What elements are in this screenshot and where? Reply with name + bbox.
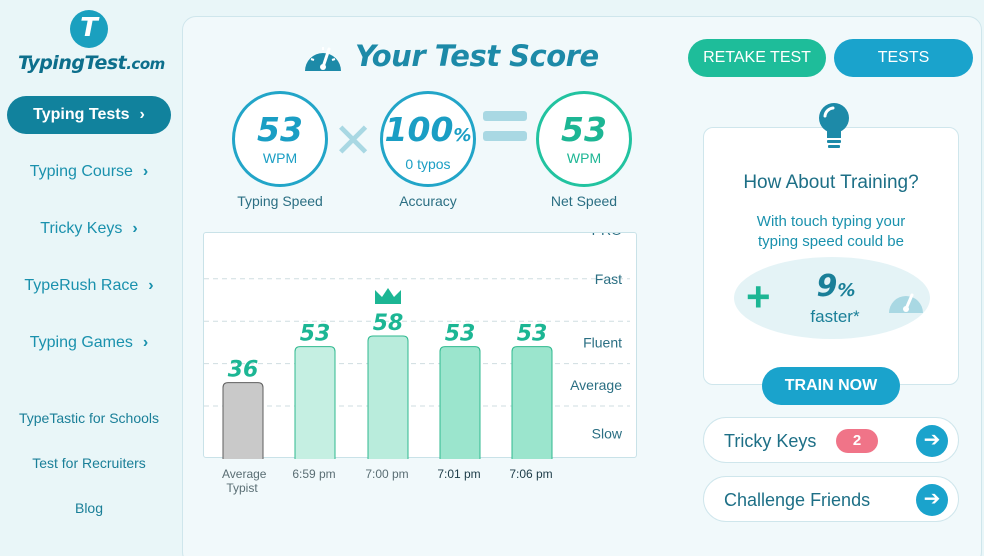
data-label: 53 <box>517 322 548 347</box>
logo-name: TypingTest <box>18 52 127 74</box>
equals-sign <box>483 111 527 141</box>
net-speed-value: 53 <box>561 110 607 149</box>
chevron-right-icon: › <box>142 163 149 180</box>
accuracy-circle: 100% 0 typos <box>380 91 476 187</box>
arrow-right-icon: ➔ <box>916 484 948 516</box>
nav-item-tricky-keys[interactable]: Tricky Keys › <box>7 210 171 248</box>
training-panel: How About Training? With touch typing yo… <box>703 103 959 385</box>
chevron-right-icon: › <box>139 106 145 123</box>
data-label: 58 <box>373 311 404 336</box>
x-tick-label: 6:59 pm <box>292 467 336 481</box>
nav-item-label: Typing Games <box>29 334 133 351</box>
training-text: With touch typing your typing speed could… <box>704 212 958 252</box>
typing-speed-label: Typing Speed <box>237 193 323 209</box>
nav-item-typing-course[interactable]: Typing Course › <box>7 153 171 191</box>
level-label: Fluent <box>583 334 622 350</box>
typing-speed-value: 53 <box>257 110 303 149</box>
x-tick-label: 7:00 pm <box>365 467 409 481</box>
nav-item-typing-tests[interactable]: Typing Tests › <box>7 96 171 134</box>
nav-item-label: Typing Tests <box>33 106 130 123</box>
nav-item-label: Typing Course <box>29 163 133 180</box>
level-label: Fast <box>595 271 622 287</box>
x-tick-label: 7:06 pm <box>509 467 553 481</box>
bar <box>294 346 336 459</box>
page-title: Your Test Score <box>301 37 599 75</box>
challenge-friends-link[interactable]: Challenge Friends ➔ <box>703 476 959 522</box>
x-tick-label: 7:01 pm <box>437 467 481 481</box>
accuracy-unit: % <box>453 125 472 146</box>
crown-icon <box>375 288 401 305</box>
accuracy-value: 100 <box>384 110 454 149</box>
level-label: PRO <box>592 233 622 238</box>
multiply-sign: ✕ <box>333 115 374 168</box>
typing-speed-unit: WPM <box>262 150 298 166</box>
logo-icon: T <box>70 10 108 48</box>
speed-history-chart: 25456585PROFastFluentAverageSlow36535853… <box>203 232 637 459</box>
training-text-line-1: With touch typing your <box>756 213 906 230</box>
nav-item-typing-games[interactable]: Typing Games › <box>7 324 171 362</box>
bar <box>367 335 409 459</box>
logo-text: TypingTest.com <box>18 52 165 74</box>
speed-history-chart-svg: 25456585PROFastFluentAverageSlow36535853… <box>204 233 630 459</box>
link-test-recruiters[interactable]: Test for Recruiters <box>0 455 178 471</box>
arrow-right-icon: ➔ <box>916 425 948 457</box>
net-speed-circle: 53 WPM <box>536 91 632 187</box>
level-label: Slow <box>592 426 623 442</box>
net-speed-label: Net Speed <box>550 193 618 209</box>
training-title: How About Training? <box>743 172 919 193</box>
typing-speed-circle: 53 WPM <box>232 91 328 187</box>
speedometer-icon <box>889 293 923 313</box>
tests-button[interactable]: TESTS <box>834 39 973 77</box>
chevron-right-icon: › <box>148 277 154 294</box>
sidebar: T TypingTest.com Typing Tests › Typing Co… <box>0 0 178 556</box>
tricky-keys-count-badge: 2 <box>836 429 878 453</box>
link-blog[interactable]: Blog <box>0 500 178 516</box>
bar <box>511 346 553 459</box>
logo-tld: .com <box>126 55 165 73</box>
data-label: 53 <box>445 322 476 347</box>
net-speed-unit: WPM <box>566 150 602 166</box>
chevron-right-icon: › <box>132 220 138 237</box>
nav-item-label: TypeRush Race <box>24 277 139 294</box>
typo-count: 0 typos <box>405 156 451 172</box>
challenge-friends-label: Challenge Friends <box>724 490 871 510</box>
training-text-line-2: typing speed could be <box>758 233 904 250</box>
level-label: Average <box>570 377 622 393</box>
bar <box>222 382 264 459</box>
chevron-right-icon: › <box>142 334 149 351</box>
retake-test-button[interactable]: RETAKE TEST <box>688 39 826 77</box>
lightbulb-icon <box>819 103 849 148</box>
x-tick-label: Average Typist <box>222 467 267 495</box>
speed-boost: + 9% faster* <box>734 257 930 339</box>
tricky-keys-link[interactable]: Tricky Keys 2 ➔ <box>703 417 959 463</box>
bar <box>439 346 481 459</box>
nav-item-typerush-race[interactable]: TypeRush Race › <box>7 267 171 305</box>
boost-unit: % <box>837 280 856 301</box>
train-now-button[interactable]: TRAIN NOW <box>762 367 900 405</box>
accuracy-label: Accuracy <box>399 193 457 209</box>
tricky-keys-label: Tricky Keys <box>724 431 817 451</box>
speedometer-icon <box>305 47 341 71</box>
page-title-text: Your Test Score <box>355 39 599 73</box>
logo[interactable]: T TypingTest.com <box>18 10 165 74</box>
boost-label: faster* <box>810 307 860 326</box>
nav-item-label: Tricky Keys <box>40 220 123 237</box>
data-label: 36 <box>228 358 259 383</box>
link-typetastic-schools[interactable]: TypeTastic for Schools <box>0 410 178 426</box>
data-label: 53 <box>300 322 331 347</box>
results-card: Your Test Score RETAKE TEST TESTS 53 WPM… <box>182 16 982 556</box>
boost-value: 9 <box>816 269 838 304</box>
logo-mark-letter: T <box>80 13 98 43</box>
plus-icon: + <box>746 273 771 320</box>
